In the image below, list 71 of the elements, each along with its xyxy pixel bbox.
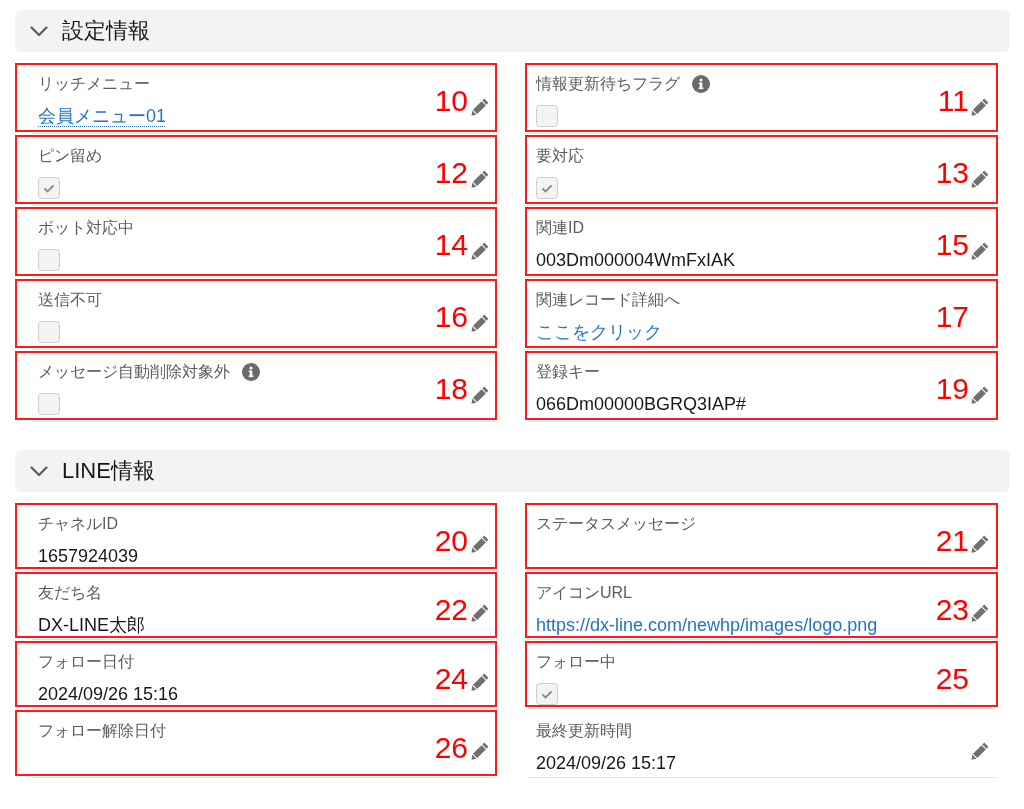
callout-number: 12 [434, 156, 468, 190]
info-icon[interactable] [692, 75, 710, 93]
record-link[interactable]: 会員メニュー01 [38, 103, 167, 129]
checkbox[interactable] [38, 321, 60, 343]
pencil-icon[interactable] [971, 386, 989, 404]
field-value: 066Dm00000BGRQ3IAP# [536, 393, 747, 416]
callout-number: 22 [434, 593, 468, 627]
pencil-icon[interactable] [471, 98, 489, 116]
field-label: 最終更新時間 [536, 721, 632, 741]
field-label: チャネルID [38, 514, 118, 534]
pencil-icon[interactable] [471, 604, 489, 622]
field-value: 2024/09/26 15:17 [536, 752, 677, 775]
pencil-icon[interactable] [471, 673, 489, 691]
pencil-icon[interactable] [471, 742, 489, 760]
field-value: 1657924039 [38, 545, 139, 568]
callout-number: 10 [434, 84, 468, 118]
pencil-icon[interactable] [471, 386, 489, 404]
pencil-icon[interactable] [471, 170, 489, 188]
field-label: ピン留め [38, 146, 102, 166]
field-label: フォロー日付 [38, 652, 134, 672]
text-link[interactable]: ここをクリック [536, 319, 662, 345]
callout-number: 24 [434, 662, 468, 696]
text-link[interactable]: https://dx-line.com/newhp/images/logo.png [536, 612, 878, 638]
callout-number: 14 [434, 228, 468, 262]
field-label: 送信不可 [38, 290, 102, 310]
field-label: ステータスメッセージ [536, 514, 696, 534]
callout-number: 20 [434, 524, 468, 558]
info-icon[interactable] [242, 363, 260, 381]
field-value: 003Dm000004WmFxIAK [536, 249, 736, 272]
section-header-button[interactable]: LINE情報 [15, 450, 1010, 492]
field-value: DX-LINE太郎 [38, 614, 145, 637]
section-header-button[interactable]: 設定情報 [15, 10, 1010, 52]
field-label: 登録キー [536, 362, 600, 382]
callout-number: 25 [935, 662, 969, 696]
field-label: 関連ID [536, 218, 584, 238]
callout-number: 15 [935, 228, 969, 262]
field-label: 情報更新待ちフラグ [536, 74, 680, 94]
pencil-icon[interactable] [971, 170, 989, 188]
field-label: アイコンURL [536, 583, 632, 603]
field-label: メッセージ自動削除対象外 [38, 362, 230, 382]
pencil-icon[interactable] [471, 535, 489, 553]
field-label: フォロー解除日付 [38, 721, 166, 741]
pencil-icon[interactable] [971, 535, 989, 553]
callout-number: 21 [935, 524, 969, 558]
pencil-icon[interactable] [971, 604, 989, 622]
checkbox[interactable] [38, 249, 60, 271]
field-label: ボット対応中 [38, 218, 134, 238]
pencil-icon[interactable] [971, 742, 989, 760]
pencil-icon[interactable] [471, 314, 489, 332]
callout-number: 26 [434, 731, 468, 765]
pencil-icon[interactable] [971, 242, 989, 260]
field-label: 要対応 [536, 146, 584, 166]
field-label: 関連レコード詳細へ [536, 290, 680, 310]
callout-number: 16 [434, 300, 468, 334]
checkbox[interactable] [536, 177, 558, 199]
field-label: フォロー中 [536, 652, 616, 672]
callout-number: 13 [935, 156, 969, 190]
checkbox[interactable] [38, 177, 60, 199]
callout-number: 19 [935, 372, 969, 406]
field-label: 友だち名 [38, 583, 102, 603]
callout-number: 11 [937, 84, 969, 118]
callout-number: 18 [434, 372, 468, 406]
field-label: リッチメニュー [38, 74, 150, 94]
pencil-icon[interactable] [971, 98, 989, 116]
checkbox[interactable] [38, 393, 60, 415]
checkbox[interactable] [536, 105, 558, 127]
callout-number: 17 [935, 300, 969, 334]
callout-number: 23 [935, 593, 969, 627]
checkbox[interactable] [536, 683, 558, 705]
field-value: 2024/09/26 15:16 [38, 683, 179, 706]
pencil-icon[interactable] [471, 242, 489, 260]
